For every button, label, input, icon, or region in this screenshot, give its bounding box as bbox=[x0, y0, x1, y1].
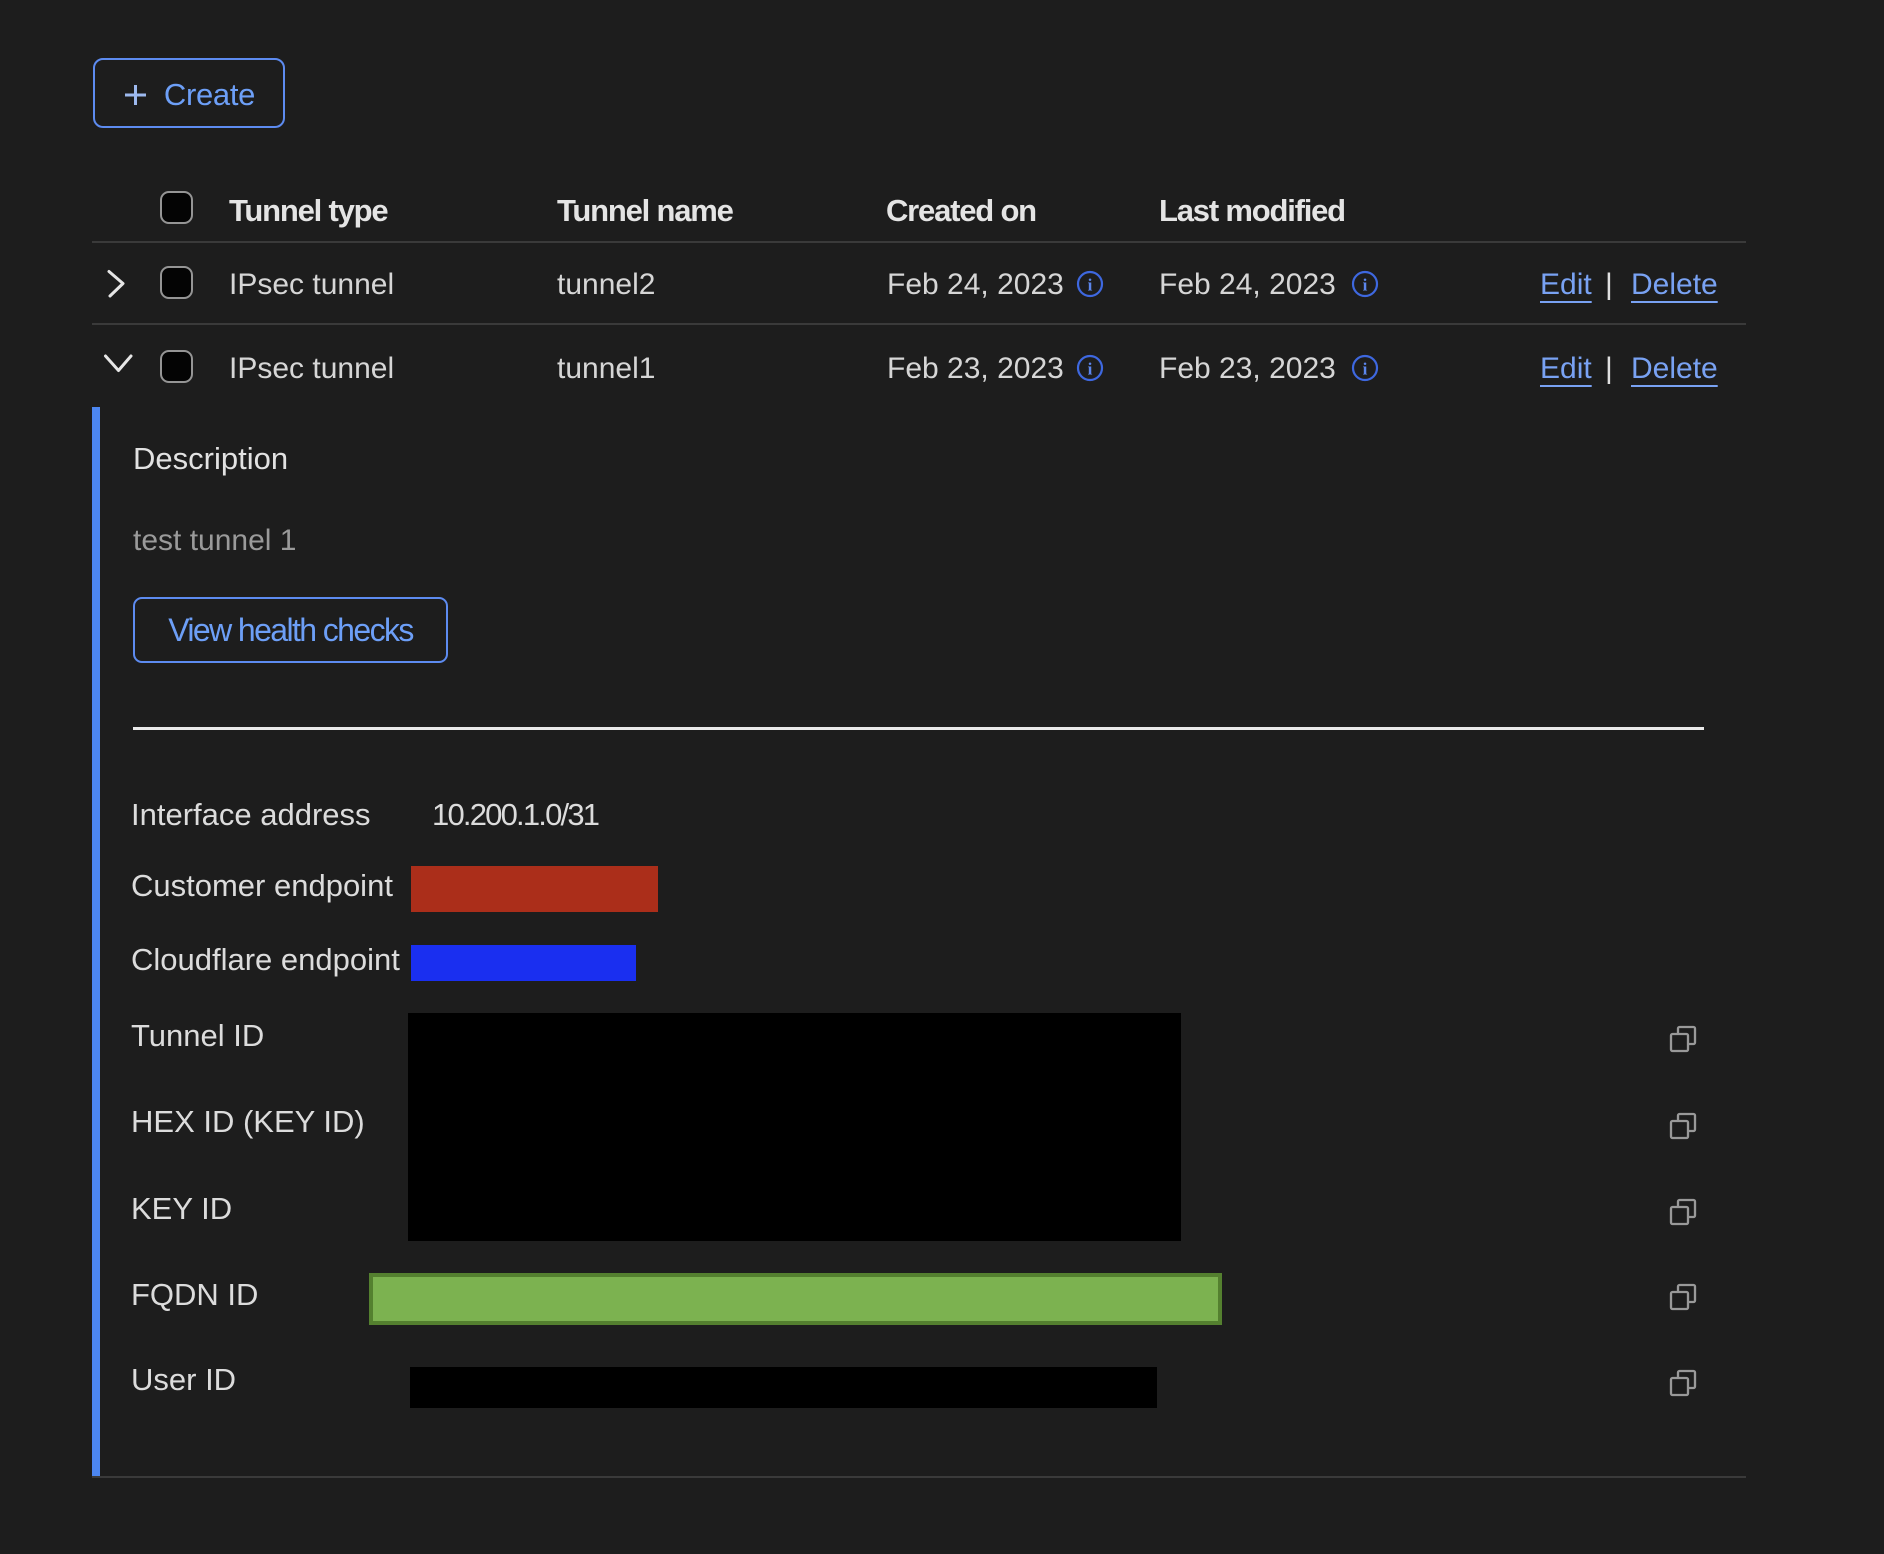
svg-text:i: i bbox=[1088, 276, 1093, 295]
svg-text:i: i bbox=[1088, 360, 1093, 379]
svg-text:i: i bbox=[1363, 360, 1368, 379]
svg-text:i: i bbox=[1363, 276, 1368, 295]
